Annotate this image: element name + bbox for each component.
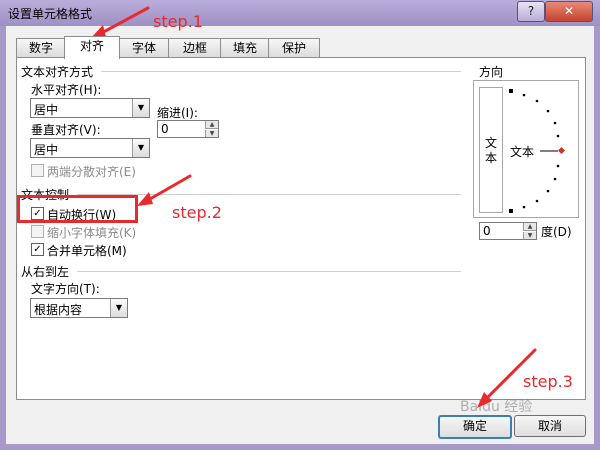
- shrink-to-fit-label: 缩小字体填充(K): [47, 226, 137, 240]
- text-alignment-title: 文本对齐方式: [21, 65, 94, 79]
- orientation-box: 文本 文本: [473, 80, 579, 218]
- dial-mark-minus-90: [509, 209, 513, 213]
- tab-alignment[interactable]: 对齐: [64, 36, 120, 59]
- indent-label: 缩进(I):: [157, 106, 198, 120]
- dial-mark-90: [509, 89, 513, 93]
- divider: [101, 71, 461, 72]
- dial-dot: [556, 164, 560, 168]
- tab-font[interactable]: 字体: [118, 38, 170, 57]
- alignment-panel: 文本对齐方式 水平对齐(H): 居中 ▼ 缩进(I): 0 ▲ ▼ 垂直对齐(V…: [16, 57, 586, 400]
- spin-down-icon[interactable]: ▼: [205, 130, 218, 137]
- dial-dot: [546, 189, 550, 193]
- spin-up-icon[interactable]: ▲: [523, 223, 536, 231]
- help-button[interactable]: ?: [517, 1, 545, 22]
- orientation-title: 方向: [479, 65, 504, 79]
- horizontal-align-label: 水平对齐(H):: [31, 83, 102, 97]
- vertical-align-label: 垂直对齐(V):: [31, 123, 101, 137]
- tab-number[interactable]: 数字: [16, 38, 66, 57]
- step2-highlight-box: [17, 195, 138, 223]
- dial-dot: [522, 205, 526, 209]
- dial-dot: [556, 134, 560, 138]
- tab-border[interactable]: 边框: [168, 38, 222, 57]
- indent-spinner[interactable]: 0 ▲ ▼: [157, 120, 219, 138]
- step1-annotation: step.1: [153, 12, 203, 31]
- step2-annotation: step.2: [172, 203, 222, 222]
- degrees-value: 0: [483, 224, 491, 238]
- chevron-down-icon: ▼: [132, 139, 149, 157]
- chevron-down-icon: ▼: [132, 99, 149, 117]
- horizontal-align-value: 居中: [34, 103, 59, 117]
- window-title: 设置单元格格式: [8, 7, 93, 21]
- dial-dot: [535, 199, 539, 203]
- format-cells-dialog: 设置单元格格式 ? ✕ 数字 对齐 字体 边框 填充 保护 文本对齐方式 水平对…: [0, 0, 600, 450]
- cancel-button[interactable]: 取消: [514, 415, 586, 437]
- dialog-body: 数字 对齐 字体 边框 填充 保护 文本对齐方式 水平对齐(H): 居中 ▼ 缩…: [6, 26, 594, 444]
- merge-cells-checkbox[interactable]: ✓: [31, 243, 44, 256]
- degrees-label: 度(D): [541, 225, 572, 239]
- help-icon: ?: [527, 4, 535, 18]
- chevron-down-icon: ▼: [110, 299, 127, 317]
- close-button[interactable]: ✕: [545, 1, 593, 22]
- dial-dot: [522, 93, 526, 97]
- text-direction-label: 文字方向(T):: [31, 282, 100, 296]
- spin-down-icon[interactable]: ▼: [523, 232, 536, 239]
- dial-text: 文本: [510, 145, 535, 159]
- divider: [77, 271, 461, 272]
- text-direction-select[interactable]: 根据内容 ▼: [30, 298, 128, 318]
- spin-up-icon[interactable]: ▲: [205, 121, 218, 129]
- indent-value: 0: [161, 122, 169, 136]
- degrees-spinner[interactable]: 0 ▲ ▼: [479, 222, 537, 240]
- merge-cells-label: 合并单元格(M): [47, 244, 127, 258]
- vertical-align-value: 居中: [34, 143, 59, 157]
- watermark: Baidu 经验: [460, 399, 533, 415]
- justify-distributed-label: 两端分散对齐(E): [47, 165, 136, 179]
- justify-distributed-checkbox[interactable]: [31, 164, 44, 177]
- horizontal-align-select[interactable]: 居中 ▼: [30, 98, 150, 118]
- dial-dot: [553, 177, 557, 181]
- step3-annotation: step.3: [523, 372, 573, 391]
- tab-protection[interactable]: 保护: [268, 38, 320, 57]
- dial-dot: [546, 109, 550, 113]
- close-icon: ✕: [563, 4, 575, 18]
- shrink-to-fit-checkbox[interactable]: [31, 225, 44, 238]
- tab-fill[interactable]: 填充: [220, 38, 270, 57]
- dial-dot: [553, 121, 557, 125]
- ok-button[interactable]: 确定: [438, 415, 512, 439]
- title-bar: 设置单元格格式 ? ✕: [0, 0, 600, 26]
- vertical-align-select[interactable]: 居中 ▼: [30, 138, 150, 158]
- dial-handle[interactable]: [557, 146, 566, 155]
- text-direction-value: 根据内容: [34, 303, 83, 317]
- rtl-title: 从右到左: [21, 265, 70, 279]
- dial-dot: [535, 99, 539, 103]
